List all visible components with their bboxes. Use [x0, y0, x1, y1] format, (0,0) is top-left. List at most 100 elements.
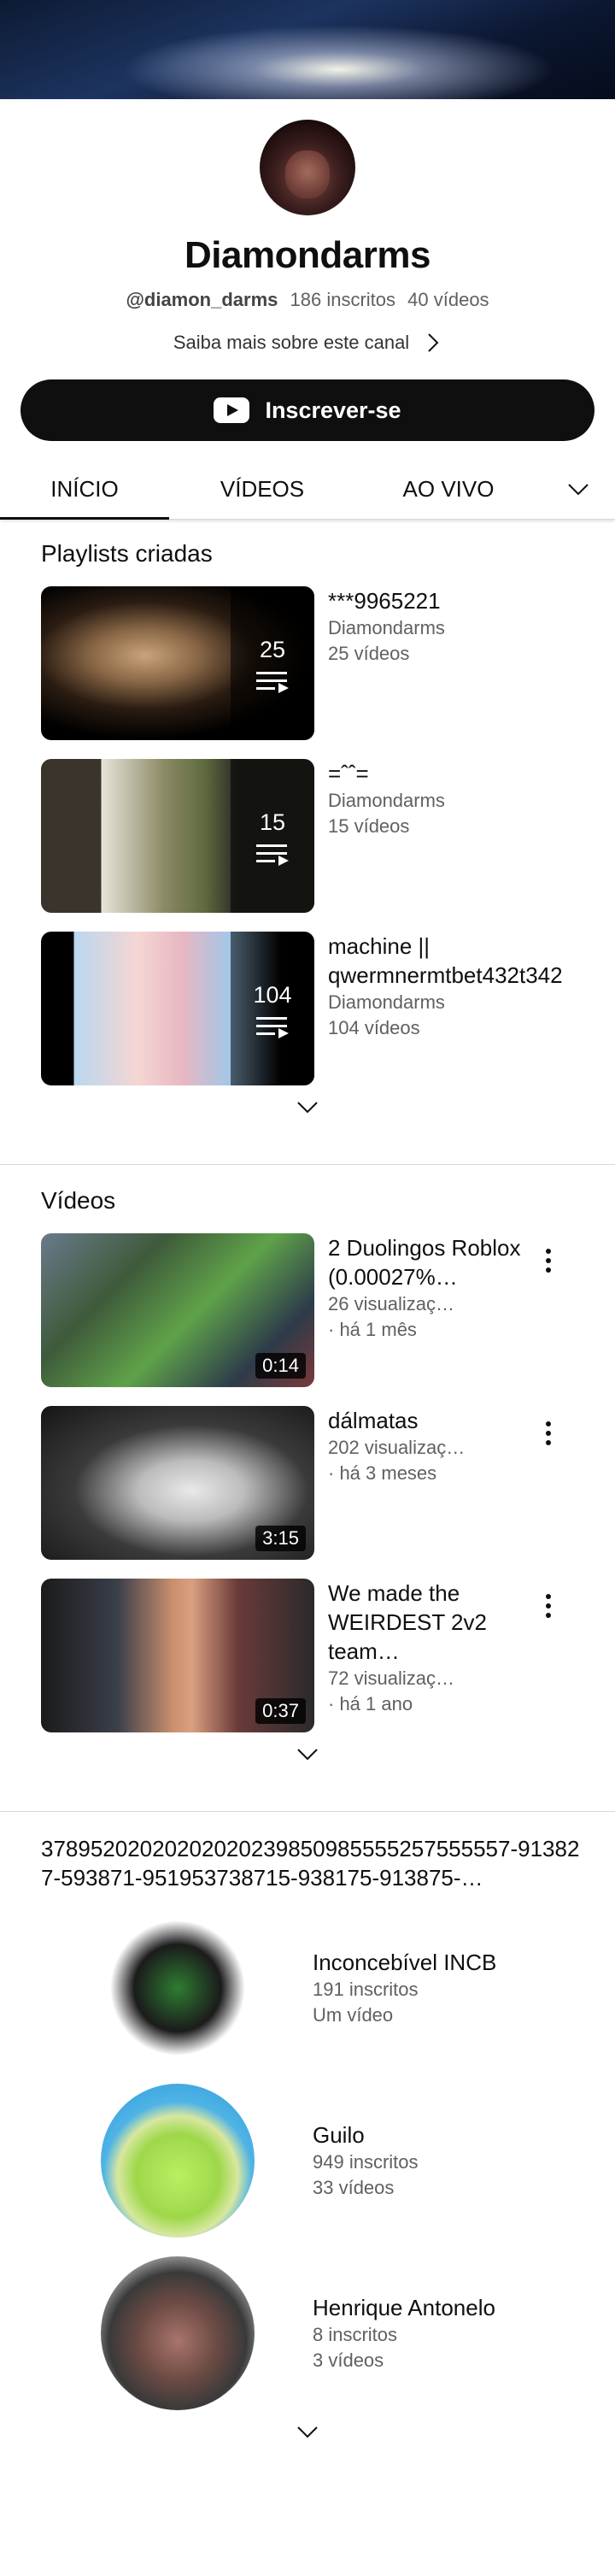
playlist-count: 25	[259, 636, 286, 662]
youtube-play-icon	[214, 397, 250, 423]
video-thumbnail[interactable]: 0:14	[41, 1233, 314, 1387]
playlist-info: ***9965221 Diamondarms 25 vídeos	[328, 586, 615, 667]
playlist-title: machine || qwermnermtbet432t342	[328, 933, 563, 988]
video-title: 2 Duolingos Roblox (0.00027%…	[328, 1235, 521, 1290]
video-info: 2 Duolingos Roblox (0.00027%… 26 visuali…	[328, 1233, 531, 1343]
playlist-icon	[256, 671, 289, 693]
chevron-down-icon	[297, 1102, 318, 1114]
playlist-count-overlay: 104	[231, 932, 314, 1085]
channel-avatar[interactable]	[101, 1911, 255, 2065]
channel-info: Henrique Antonelo 8 inscritos 3 vídeos	[313, 2293, 495, 2373]
channel-name: Henrique Antonelo	[313, 2295, 495, 2320]
channel-info: Inconcebível INCB 191 inscritos Um vídeo	[313, 1948, 496, 2028]
playlist-info: machine || qwermnermtbet432t342 Diamonda…	[328, 932, 615, 1041]
video-views: 26 visualizaç…	[328, 1293, 454, 1314]
channel-videos: 33 vídeos	[313, 2177, 395, 2198]
tab-ao-vivo[interactable]: AO VIVO	[355, 460, 542, 519]
channel-name: Diamondarms	[184, 234, 430, 276]
channel-banner	[0, 0, 615, 99]
channel-item[interactable]: Guilo 949 inscritos 33 vídeos	[101, 2084, 581, 2238]
subscribe-button[interactable]: Inscrever-se	[20, 379, 594, 441]
chevron-down-icon	[297, 2426, 318, 2438]
section-title-playlists: Playlists criadas	[41, 540, 213, 567]
channels-section: 37895202020202020239850985555257555557-9…	[0, 1812, 615, 2410]
playlist-item[interactable]: 25 ***9965221 Diamondarms 25 vídeos	[41, 586, 615, 740]
video-title: dálmatas	[328, 1408, 419, 1433]
channel-subscribers: 949 inscritos	[313, 2151, 419, 2173]
channel-name: Guilo	[313, 2122, 365, 2148]
playlist-video-count: 25 vídeos	[328, 643, 410, 664]
video-age: · há 3 meses	[328, 1462, 437, 1484]
playlist-item[interactable]: 104 machine || qwermnermtbet432t342 Diam…	[41, 932, 615, 1085]
channel-videos: Um vídeo	[313, 2004, 394, 2026]
video-info: dálmatas 202 visualizaç… · há 3 meses	[328, 1406, 531, 1486]
video-info: We made the WEIRDEST 2v2 team… 72 visual…	[328, 1579, 531, 1717]
video-duration: 0:14	[255, 1353, 306, 1379]
section-title-videos: Vídeos	[41, 1187, 116, 1214]
tab-videos[interactable]: VÍDEOS	[169, 460, 355, 519]
expand-channels-button[interactable]	[0, 2426, 615, 2439]
channel-header: Diamondarms @diamon_darms 186 inscritos …	[0, 120, 615, 354]
playlist-count-overlay: 25	[231, 586, 314, 740]
playlist-icon	[256, 844, 289, 866]
playlist-video-count: 104 vídeos	[328, 1017, 420, 1038]
video-item[interactable]: 0:37 We made the WEIRDEST 2v2 team… 72 v…	[41, 1579, 615, 1732]
channel-info: Guilo 949 inscritos 33 vídeos	[313, 2120, 419, 2201]
section-title-channels: 37895202020202020239850985555257555557-9…	[41, 1836, 580, 1891]
tab-inicio[interactable]: INÍCIO	[0, 460, 169, 520]
playlist-video-count: 15 vídeos	[328, 815, 410, 837]
video-title: We made the WEIRDEST 2v2 team…	[328, 1580, 487, 1664]
playlist-count: 15	[259, 809, 286, 835]
video-count: 40 vídeos	[407, 289, 489, 310]
channel-avatar[interactable]	[101, 2256, 255, 2410]
playlists-section: Playlists criadas 25 ***9965221 Diamonda…	[0, 520, 615, 1085]
channel-name: Inconcebível INCB	[313, 1950, 497, 1975]
video-thumbnail[interactable]: 3:15	[41, 1406, 314, 1560]
channel-subscribers: 8 inscritos	[313, 2324, 398, 2345]
more-options-icon[interactable]	[531, 1579, 565, 1618]
channel-page: Diamondarms @diamon_darms 186 inscritos …	[0, 0, 615, 2576]
tabs-more-button[interactable]	[542, 460, 615, 519]
video-duration: 3:15	[255, 1526, 306, 1551]
video-thumbnail[interactable]: 0:37	[41, 1579, 314, 1732]
videos-section: Vídeos 0:14 2 Duolingos Roblox (0.00027%…	[0, 1165, 615, 1732]
playlist-author: Diamondarms	[328, 617, 445, 638]
playlist-thumbnail[interactable]: 104	[41, 932, 314, 1085]
chevron-down-icon	[297, 1749, 318, 1761]
more-options-icon[interactable]	[531, 1233, 565, 1273]
channel-tabs: INÍCIO VÍDEOS AO VIVO	[0, 460, 615, 520]
expand-videos-button[interactable]	[0, 1748, 615, 1761]
channel-item[interactable]: Henrique Antonelo 8 inscritos 3 vídeos	[101, 2256, 581, 2410]
about-channel-label: Saiba mais sobre este canal	[173, 332, 410, 353]
playlist-title: ***9965221	[328, 588, 441, 614]
playlist-count-overlay: 15	[231, 759, 314, 913]
channel-avatar[interactable]	[101, 2084, 255, 2238]
chevron-down-icon	[568, 483, 589, 495]
playlist-count: 104	[253, 981, 292, 1008]
channel-item[interactable]: Inconcebível INCB 191 inscritos Um vídeo	[101, 1911, 581, 2065]
channel-handle: @diamon_darms	[126, 289, 278, 310]
video-item[interactable]: 3:15 dálmatas 202 visualizaç… · há 3 mes…	[41, 1406, 615, 1560]
about-channel-link[interactable]: Saiba mais sobre este canal	[173, 332, 442, 354]
playlist-thumbnail[interactable]: 25	[41, 586, 314, 740]
expand-playlists-button[interactable]	[0, 1101, 615, 1115]
video-views: 202 visualizaç…	[328, 1437, 466, 1458]
channel-avatar[interactable]	[260, 120, 355, 215]
subscribe-label: Inscrever-se	[265, 397, 401, 423]
chevron-right-icon	[428, 333, 439, 352]
video-age: · há 1 ano	[328, 1693, 413, 1714]
video-age: · há 1 mês	[328, 1319, 417, 1340]
video-item[interactable]: 0:14 2 Duolingos Roblox (0.00027%… 26 vi…	[41, 1233, 615, 1387]
playlist-author: Diamondarms	[328, 790, 445, 811]
video-views: 72 visualizaç…	[328, 1667, 454, 1689]
channel-meta: @diamon_darms 186 inscritos 40 vídeos	[0, 289, 615, 311]
more-options-icon[interactable]	[531, 1406, 565, 1445]
playlist-thumbnail[interactable]: 15	[41, 759, 314, 913]
playlist-icon	[256, 1016, 289, 1038]
video-duration: 0:37	[255, 1698, 306, 1724]
subscriber-count: 186 inscritos	[290, 289, 396, 310]
playlist-author: Diamondarms	[328, 991, 445, 1013]
channel-subscribers: 191 inscritos	[313, 1979, 419, 2000]
playlist-item[interactable]: 15 =ˆˆ= Diamondarms 15 vídeos	[41, 759, 615, 913]
playlist-title: =ˆˆ=	[328, 761, 369, 786]
